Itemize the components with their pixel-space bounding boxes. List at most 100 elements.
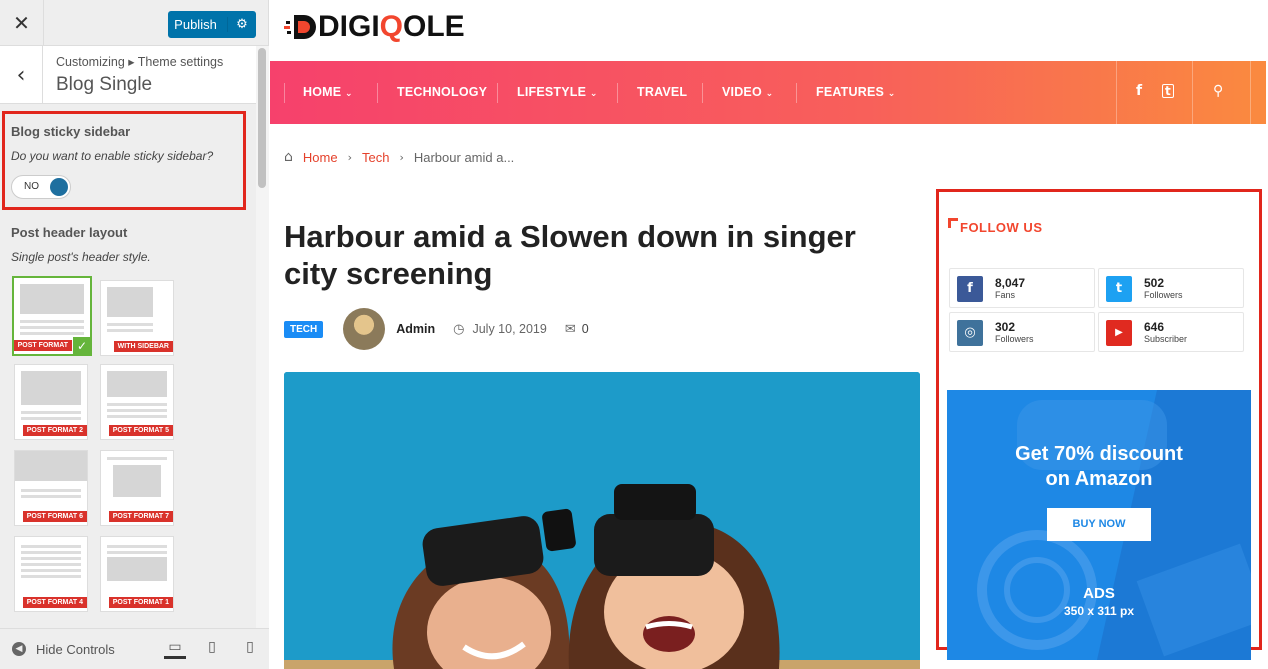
tablet-icon[interactable]: ▯: [201, 639, 223, 659]
nav-divider: [1116, 61, 1117, 124]
scrollbar-thumb[interactable]: [258, 48, 266, 188]
desktop-icon[interactable]: ▭: [164, 639, 186, 659]
ad-label: ADS: [1083, 585, 1115, 602]
ad-headline: Get 70% discount on Amazon: [1015, 443, 1183, 490]
sticky-sidebar-label: Blog sticky sidebar: [11, 124, 131, 139]
close-icon[interactable]: ✕: [0, 0, 44, 46]
nav-item-video[interactable]: VIDEO ⌄: [722, 85, 773, 99]
breadcrumb: ⌂ Home › Tech › Harbour amid a...: [284, 149, 514, 165]
check-icon: ✓: [73, 337, 91, 355]
section-title: Blog Single: [56, 74, 153, 95]
site-preview: DIGIQOLE HOME ⌄ TECHNOLOGY LIFESTYLE ⌄ T…: [270, 0, 1268, 669]
featured-image: [284, 372, 920, 669]
search-icon[interactable]: ⚲: [1213, 83, 1223, 99]
nav-item-travel[interactable]: TRAVEL: [637, 85, 687, 99]
chevron-down-icon: ⌄: [887, 89, 896, 99]
chevron-right-icon: ›: [399, 150, 404, 164]
section-header: ‹ Customizing ▸ Theme settings Blog Sing…: [0, 46, 256, 104]
logo-mark-icon: [284, 15, 316, 39]
layout-option-1[interactable]: POST FORMAT ✓: [12, 276, 92, 356]
back-arrow-icon[interactable]: ‹: [0, 46, 43, 104]
home-icon[interactable]: ⌂: [284, 149, 293, 165]
hide-controls-button[interactable]: Hide Controls: [36, 642, 115, 657]
social-facebook[interactable]: f 8,047 Fans: [949, 268, 1095, 308]
breadcrumb-tech[interactable]: Tech: [362, 150, 389, 165]
author-name[interactable]: Admin: [396, 322, 435, 336]
facebook-icon[interactable]: f: [1136, 83, 1142, 99]
nav-item-lifestyle[interactable]: LIFESTYLE ⌄: [517, 85, 598, 99]
nav-divider: [284, 83, 285, 103]
customizer-breadcrumb: Customizing ▸ Theme settings: [56, 55, 224, 69]
post-date: July 10, 2019: [472, 322, 547, 336]
social-count: 646: [1144, 320, 1165, 334]
layout-option-2[interactable]: WITH SIDEBAR: [100, 280, 174, 356]
nav-divider: [617, 83, 618, 103]
layout-tag: POST FORMAT 7: [108, 511, 173, 522]
nav-item-technology[interactable]: TECHNOLOGY: [397, 85, 487, 99]
category-badge[interactable]: TECH: [284, 320, 324, 338]
chevron-down-icon: ⌄: [345, 89, 353, 99]
advertisement-banner[interactable]: Get 70% discount on Amazon BUY NOW ADS 3…: [947, 390, 1251, 660]
breadcrumb-home[interactable]: Home: [303, 150, 338, 165]
twitter-icon: t: [1106, 276, 1132, 302]
comment-icon: ✉: [564, 321, 576, 337]
twitter-icon[interactable]: t: [1162, 84, 1174, 98]
nav-divider: [497, 83, 498, 103]
social-count: 8,047: [995, 276, 1026, 290]
social-unit: Fans: [995, 290, 1016, 300]
layout-tag: POST FORMAT: [13, 340, 72, 351]
post-header-layout-description: Single post's header style.: [11, 250, 151, 264]
sticky-sidebar-description: Do you want to enable sticky sidebar?: [11, 149, 214, 163]
publish-button[interactable]: Publish ⚙: [168, 11, 256, 38]
gear-icon[interactable]: ⚙: [228, 17, 256, 32]
post-meta: TECH Admin ◷ July 10, 2019 ✉ 0: [284, 308, 589, 350]
layout-option-7[interactable]: POST FORMAT 4: [14, 536, 88, 612]
collapse-icon[interactable]: ◀: [12, 642, 26, 656]
post-header-layout-label: Post header layout: [11, 225, 128, 240]
instagram-icon: ◎: [957, 320, 983, 346]
social-youtube[interactable]: ▶ 646 Subscriber: [1098, 312, 1244, 352]
chevron-down-icon: ⌄: [765, 89, 774, 99]
layout-option-3[interactable]: POST FORMAT 2: [14, 364, 88, 440]
site-logo[interactable]: DIGIQOLE: [284, 10, 465, 44]
nav-item-home[interactable]: HOME ⌄: [303, 85, 353, 99]
social-unit: Subscriber: [1144, 334, 1188, 344]
breadcrumb-current: Harbour amid a...: [413, 149, 515, 165]
social-count: 502: [1144, 276, 1165, 290]
nav-divider: [1250, 61, 1251, 124]
social-count: 302: [995, 320, 1016, 334]
facebook-icon: f: [957, 276, 983, 302]
layout-option-8[interactable]: POST FORMAT 1: [100, 536, 174, 612]
logo-text: DIGIQOLE: [318, 10, 465, 43]
nav-divider: [796, 83, 797, 103]
nav-divider: [702, 83, 703, 103]
publish-label[interactable]: Publish: [168, 17, 228, 32]
toggle-knob[interactable]: [50, 178, 68, 196]
sticky-sidebar-toggle[interactable]: NO: [11, 175, 71, 199]
mobile-icon[interactable]: ▯: [239, 639, 261, 659]
nav-item-features[interactable]: FEATURES ⌄: [816, 85, 895, 99]
avatar[interactable]: [343, 308, 386, 350]
comment-count[interactable]: 0: [582, 322, 589, 336]
customizer-header: ✕ Publish ⚙: [0, 0, 268, 46]
social-twitter[interactable]: t 502 Followers: [1098, 268, 1244, 308]
buy-now-button[interactable]: BUY NOW: [1047, 508, 1151, 541]
layout-tag: POST FORMAT 6: [22, 511, 87, 522]
nav-divider: [1192, 61, 1193, 124]
title-corner-decoration: [948, 218, 958, 228]
layout-option-5[interactable]: POST FORMAT 6: [14, 450, 88, 526]
layout-tag: WITH SIDEBAR: [113, 341, 173, 352]
layout-option-4[interactable]: POST FORMAT 5: [100, 364, 174, 440]
chevron-down-icon: ⌄: [589, 89, 598, 99]
layout-tag: POST FORMAT 2: [22, 425, 87, 436]
social-instagram[interactable]: ◎ 302 Followers: [949, 312, 1095, 352]
customizer-panel: ✕ Publish ⚙ ‹ Customizing ▸ Theme settin…: [0, 0, 269, 669]
toggle-state-label: NO: [24, 181, 39, 192]
chevron-right-icon: ›: [347, 150, 352, 164]
layout-option-6[interactable]: POST FORMAT 7: [100, 450, 174, 526]
clock-icon: ◷: [453, 321, 465, 337]
customizer-footer: ◀ Hide Controls ▭ ▯ ▯: [0, 628, 269, 669]
social-unit: Followers: [1144, 290, 1183, 300]
follow-us-title: FOLLOW US: [960, 220, 1043, 235]
main-navigation: HOME ⌄ TECHNOLOGY LIFESTYLE ⌄ TRAVEL VID…: [270, 61, 1266, 124]
